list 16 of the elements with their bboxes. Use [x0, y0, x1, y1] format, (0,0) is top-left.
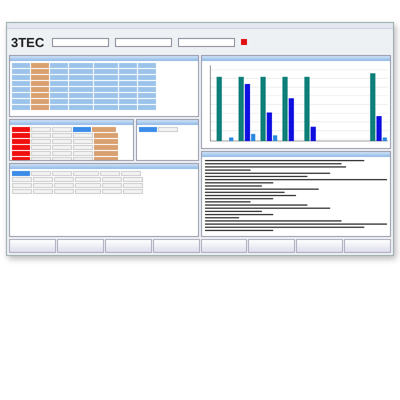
function-key-button[interactable]: [152, 239, 200, 253]
app-logo: 3TEC: [11, 34, 44, 50]
dropdown-field[interactable]: [52, 38, 110, 46]
function-key-button[interactable]: [248, 239, 296, 253]
function-key-button[interactable]: [104, 239, 152, 253]
chart-bar: [229, 137, 234, 142]
stop-indicator-icon: [241, 39, 248, 45]
dropdown-field[interactable]: [115, 38, 172, 46]
dropdown-field[interactable]: [178, 38, 236, 46]
function-key-button[interactable]: [296, 239, 344, 253]
chart-bar: [216, 76, 222, 142]
panel-header: [136, 120, 198, 125]
function-key-button[interactable]: [200, 239, 248, 253]
function-key-button[interactable]: [344, 239, 391, 253]
function-key-button[interactable]: [9, 239, 56, 253]
function-key-button[interactable]: [56, 239, 104, 253]
